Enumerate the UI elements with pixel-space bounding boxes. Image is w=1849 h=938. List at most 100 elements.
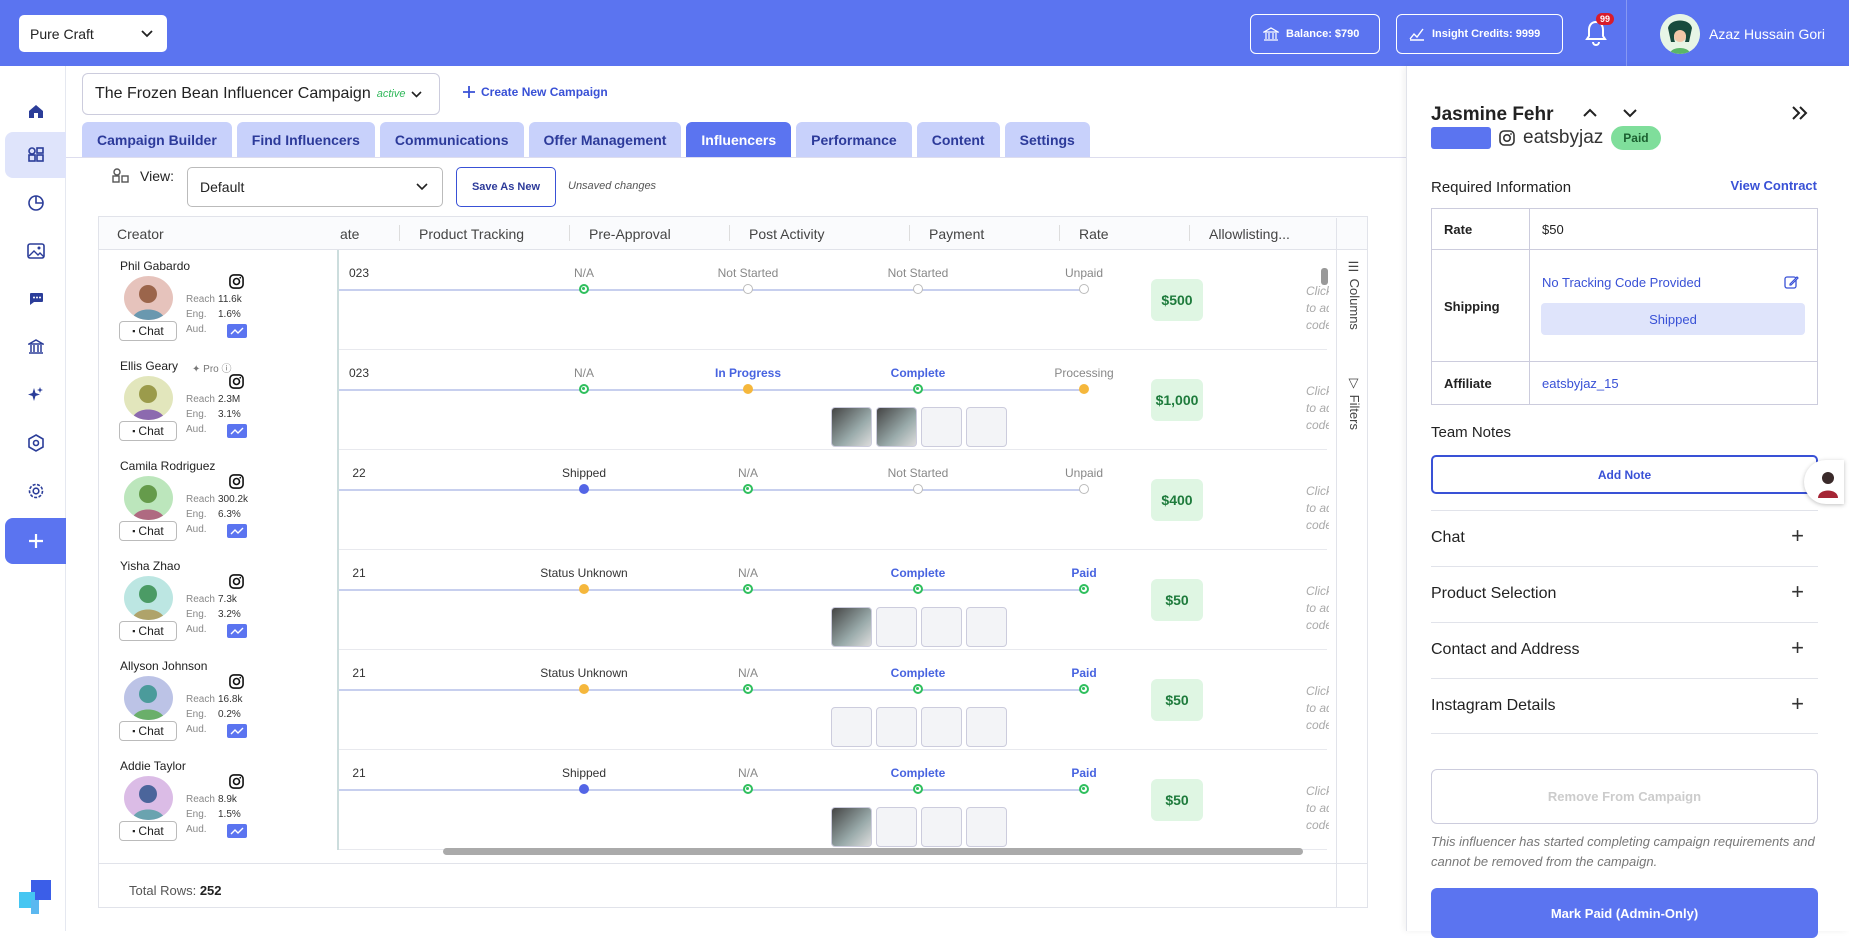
save-as-new-button[interactable]: Save As New bbox=[456, 167, 556, 207]
post-thumbnail[interactable] bbox=[876, 807, 917, 847]
rate-cell[interactable]: $50 bbox=[1151, 679, 1203, 721]
rate-value[interactable]: $50 bbox=[1542, 222, 1564, 237]
tracking-status[interactable]: N/A bbox=[509, 266, 659, 280]
pre-approval-status[interactable]: N/A bbox=[673, 666, 823, 680]
chat-button[interactable]: ▪ Chat bbox=[119, 321, 177, 341]
campaign-selector[interactable]: The Frozen Bean Influencer Campaign acti… bbox=[82, 73, 440, 115]
sidebar-item-analytics[interactable] bbox=[5, 180, 66, 226]
table-row[interactable]: Camila Rodriguez Reach 300.2k Eng. 6.3% Aud. ▪… bbox=[99, 450, 1329, 550]
avatar[interactable] bbox=[124, 476, 173, 520]
post-thumbnail[interactable] bbox=[966, 407, 1007, 447]
rate-cell[interactable]: $1,000 bbox=[1151, 379, 1203, 421]
table-row[interactable]: Addie Taylor Reach 8.9k Eng. 1.5% Aud. ▪ Chat 21… bbox=[99, 750, 1329, 850]
horizontal-scrollbar[interactable] bbox=[443, 848, 1303, 855]
support-avatar[interactable] bbox=[1804, 460, 1844, 504]
sidebar-item-media[interactable] bbox=[5, 228, 66, 274]
instagram-icon[interactable] bbox=[229, 774, 244, 789]
tracking-status[interactable]: N/A bbox=[509, 366, 659, 380]
tab-offer-management[interactable]: Offer Management bbox=[528, 122, 682, 157]
brand-selector[interactable]: Pure Craft bbox=[19, 15, 167, 52]
creator-name[interactable]: Camila Rodriguez bbox=[120, 459, 215, 473]
table-row[interactable]: Yisha Zhao Reach 7.3k Eng. 3.2% Aud. ▪ Chat 21 St… bbox=[99, 550, 1329, 650]
payment-status[interactable]: Paid bbox=[1009, 666, 1159, 680]
post-activity-status[interactable]: Complete bbox=[843, 666, 993, 680]
payment-status[interactable]: Paid bbox=[1009, 566, 1159, 580]
sidebar-item-ai[interactable] bbox=[5, 372, 66, 418]
sidebar-item-campaigns[interactable] bbox=[5, 132, 66, 178]
audience-chart-button[interactable] bbox=[227, 324, 247, 338]
col-payment[interactable]: Payment bbox=[929, 226, 984, 242]
tab-communications[interactable]: Communications bbox=[379, 122, 524, 157]
vertical-scrollbar[interactable] bbox=[1321, 268, 1328, 285]
accordion-instagram-details[interactable]: Instagram Details + bbox=[1431, 678, 1818, 734]
post-thumbnail[interactable] bbox=[921, 607, 962, 647]
avatar[interactable] bbox=[124, 676, 173, 720]
view-contract-link[interactable]: View Contract bbox=[1731, 178, 1817, 193]
col-allowlisting[interactable]: Allowlisting... bbox=[1209, 226, 1290, 242]
post-activity-status[interactable]: Complete bbox=[843, 566, 993, 580]
tracking-status[interactable]: Shipped bbox=[509, 766, 659, 780]
edit-icon[interactable] bbox=[1784, 275, 1799, 290]
col-pre-approval[interactable]: Pre-Approval bbox=[589, 226, 671, 242]
post-thumbnail[interactable] bbox=[921, 407, 962, 447]
table-row[interactable]: Phil Gabardo Reach 11.6k Eng. 1.6% Aud. ▪ Chat 0… bbox=[99, 250, 1329, 350]
payment-status[interactable]: Unpaid bbox=[1009, 466, 1159, 480]
pre-approval-status[interactable]: N/A bbox=[673, 566, 823, 580]
instagram-icon[interactable] bbox=[229, 474, 244, 489]
chat-button[interactable]: ▪ Chat bbox=[119, 421, 177, 441]
post-thumbnail[interactable] bbox=[966, 607, 1007, 647]
tab-find-influencers[interactable]: Find Influencers bbox=[236, 122, 375, 157]
audience-chart-button[interactable] bbox=[227, 424, 247, 438]
remove-from-campaign-button[interactable]: Remove From Campaign bbox=[1431, 769, 1818, 824]
chevron-down-icon[interactable] bbox=[1623, 108, 1637, 118]
post-thumbnail[interactable] bbox=[831, 807, 872, 847]
post-activity-status[interactable]: Not Started bbox=[843, 266, 993, 280]
affiliate-value[interactable]: eatsbyjaz_15 bbox=[1542, 376, 1619, 391]
pre-approval-status[interactable]: In Progress bbox=[673, 366, 823, 380]
sidebar-item-home[interactable] bbox=[5, 88, 66, 134]
sidebar-item-payments[interactable] bbox=[5, 324, 66, 370]
table-row[interactable]: Ellis Geary Reach 2.3M Eng. 3.1% Aud. ▪ Chat ✦ P… bbox=[99, 350, 1329, 450]
shipped-status[interactable]: Shipped bbox=[1541, 303, 1805, 335]
accordion-product-selection[interactable]: Product Selection + bbox=[1431, 566, 1818, 622]
rate-cell[interactable]: $500 bbox=[1151, 279, 1203, 321]
post-activity-status[interactable]: Not Started bbox=[843, 466, 993, 480]
rate-cell[interactable]: $400 bbox=[1151, 479, 1203, 521]
avatar[interactable] bbox=[124, 276, 173, 320]
collapse-panel-icon[interactable] bbox=[1791, 106, 1809, 120]
avatar[interactable] bbox=[124, 576, 173, 620]
col-creator[interactable]: Creator bbox=[117, 226, 164, 242]
instagram-icon[interactable] bbox=[229, 574, 244, 589]
create-campaign-button[interactable]: Create New Campaign bbox=[463, 85, 608, 99]
accordion-chat[interactable]: Chat + bbox=[1431, 510, 1818, 566]
tab-campaign-builder[interactable]: Campaign Builder bbox=[82, 122, 232, 157]
audience-chart-button[interactable] bbox=[227, 724, 247, 738]
post-thumbnail[interactable] bbox=[921, 707, 962, 747]
chat-button[interactable]: ▪ Chat bbox=[119, 821, 177, 841]
post-thumbnail[interactable] bbox=[921, 807, 962, 847]
filters-toggle[interactable]: ▽ Filters bbox=[1347, 376, 1362, 430]
instagram-icon[interactable] bbox=[229, 274, 244, 289]
audience-chart-button[interactable] bbox=[227, 824, 247, 838]
post-thumbnail[interactable] bbox=[966, 807, 1007, 847]
creator-name[interactable]: Ellis Geary bbox=[120, 359, 178, 373]
insight-badge[interactable] bbox=[1431, 127, 1491, 149]
sidebar-item-integrations[interactable] bbox=[5, 420, 66, 466]
post-thumbnail[interactable] bbox=[831, 607, 872, 647]
audience-chart-button[interactable] bbox=[227, 524, 247, 538]
col-rate[interactable]: Rate bbox=[1079, 226, 1109, 242]
payment-status[interactable]: Processing bbox=[1009, 366, 1159, 380]
chevron-up-icon[interactable] bbox=[1583, 108, 1597, 118]
creator-name[interactable]: Addie Taylor bbox=[120, 759, 186, 773]
chat-button[interactable]: ▪ Chat bbox=[119, 621, 177, 641]
pre-approval-status[interactable]: Not Started bbox=[673, 266, 823, 280]
audience-chart-button[interactable] bbox=[227, 624, 247, 638]
allowlisting-cell[interactable]: Click to add code... bbox=[1306, 683, 1329, 734]
tab-content[interactable]: Content bbox=[916, 122, 1000, 157]
tracking-status[interactable]: Status Unknown bbox=[509, 666, 659, 680]
post-activity-status[interactable]: Complete bbox=[843, 766, 993, 780]
rate-cell[interactable]: $50 bbox=[1151, 779, 1203, 821]
user-menu[interactable]: Azaz Hussain Gori bbox=[1660, 14, 1825, 54]
chat-button[interactable]: ▪ Chat bbox=[119, 721, 177, 741]
chat-button[interactable]: ▪ Chat bbox=[119, 521, 177, 541]
